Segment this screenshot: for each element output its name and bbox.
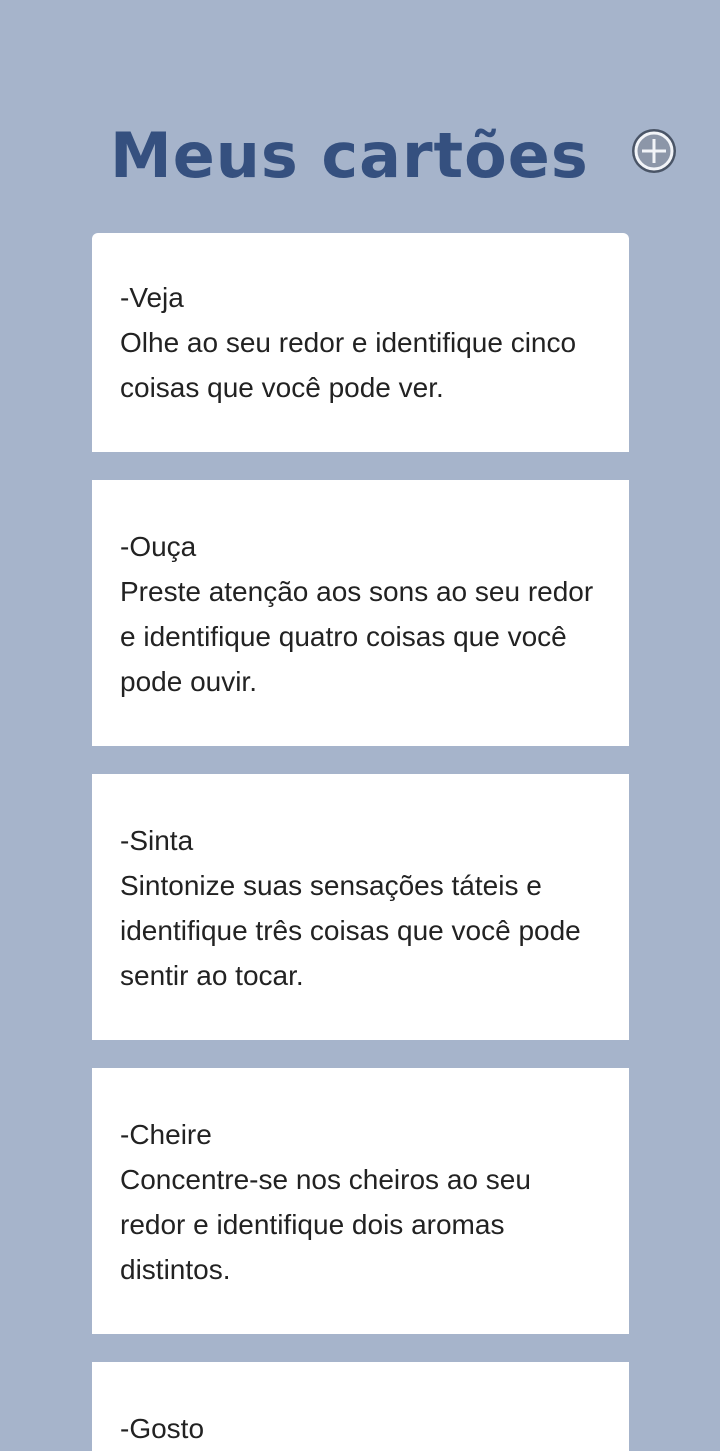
- card-label: -Sinta: [120, 825, 194, 856]
- card-text: Preste atenção aos sons ao seu redor e i…: [120, 576, 594, 697]
- card-text: Concentre-se nos cheiros ao seu redor e …: [120, 1164, 531, 1285]
- card-label: -Ouça: [120, 531, 197, 562]
- card-smell[interactable]: -Cheire Concentre-se nos cheiros ao seu …: [92, 1068, 629, 1334]
- page-title: Meus cartões: [110, 119, 589, 192]
- card-taste[interactable]: -Gosto: [92, 1362, 629, 1451]
- card-hear[interactable]: -Ouça Preste atenção aos sons ao seu red…: [92, 480, 629, 746]
- plus-circle-icon: [633, 130, 675, 172]
- card-label: -Veja: [120, 282, 184, 313]
- card-label: -Gosto: [120, 1413, 205, 1444]
- add-card-button[interactable]: [632, 129, 676, 173]
- header: Meus cartões: [0, 112, 720, 202]
- card-label: -Cheire: [120, 1119, 212, 1150]
- card-see[interactable]: -Veja Olhe ao seu redor e identifique ci…: [92, 233, 629, 452]
- card-text: Olhe ao seu redor e identifique cinco co…: [120, 327, 577, 403]
- card-feel[interactable]: -Sinta Sintonize suas sensações táteis e…: [92, 774, 629, 1040]
- card-text: Sintonize suas sensações táteis e identi…: [120, 870, 581, 991]
